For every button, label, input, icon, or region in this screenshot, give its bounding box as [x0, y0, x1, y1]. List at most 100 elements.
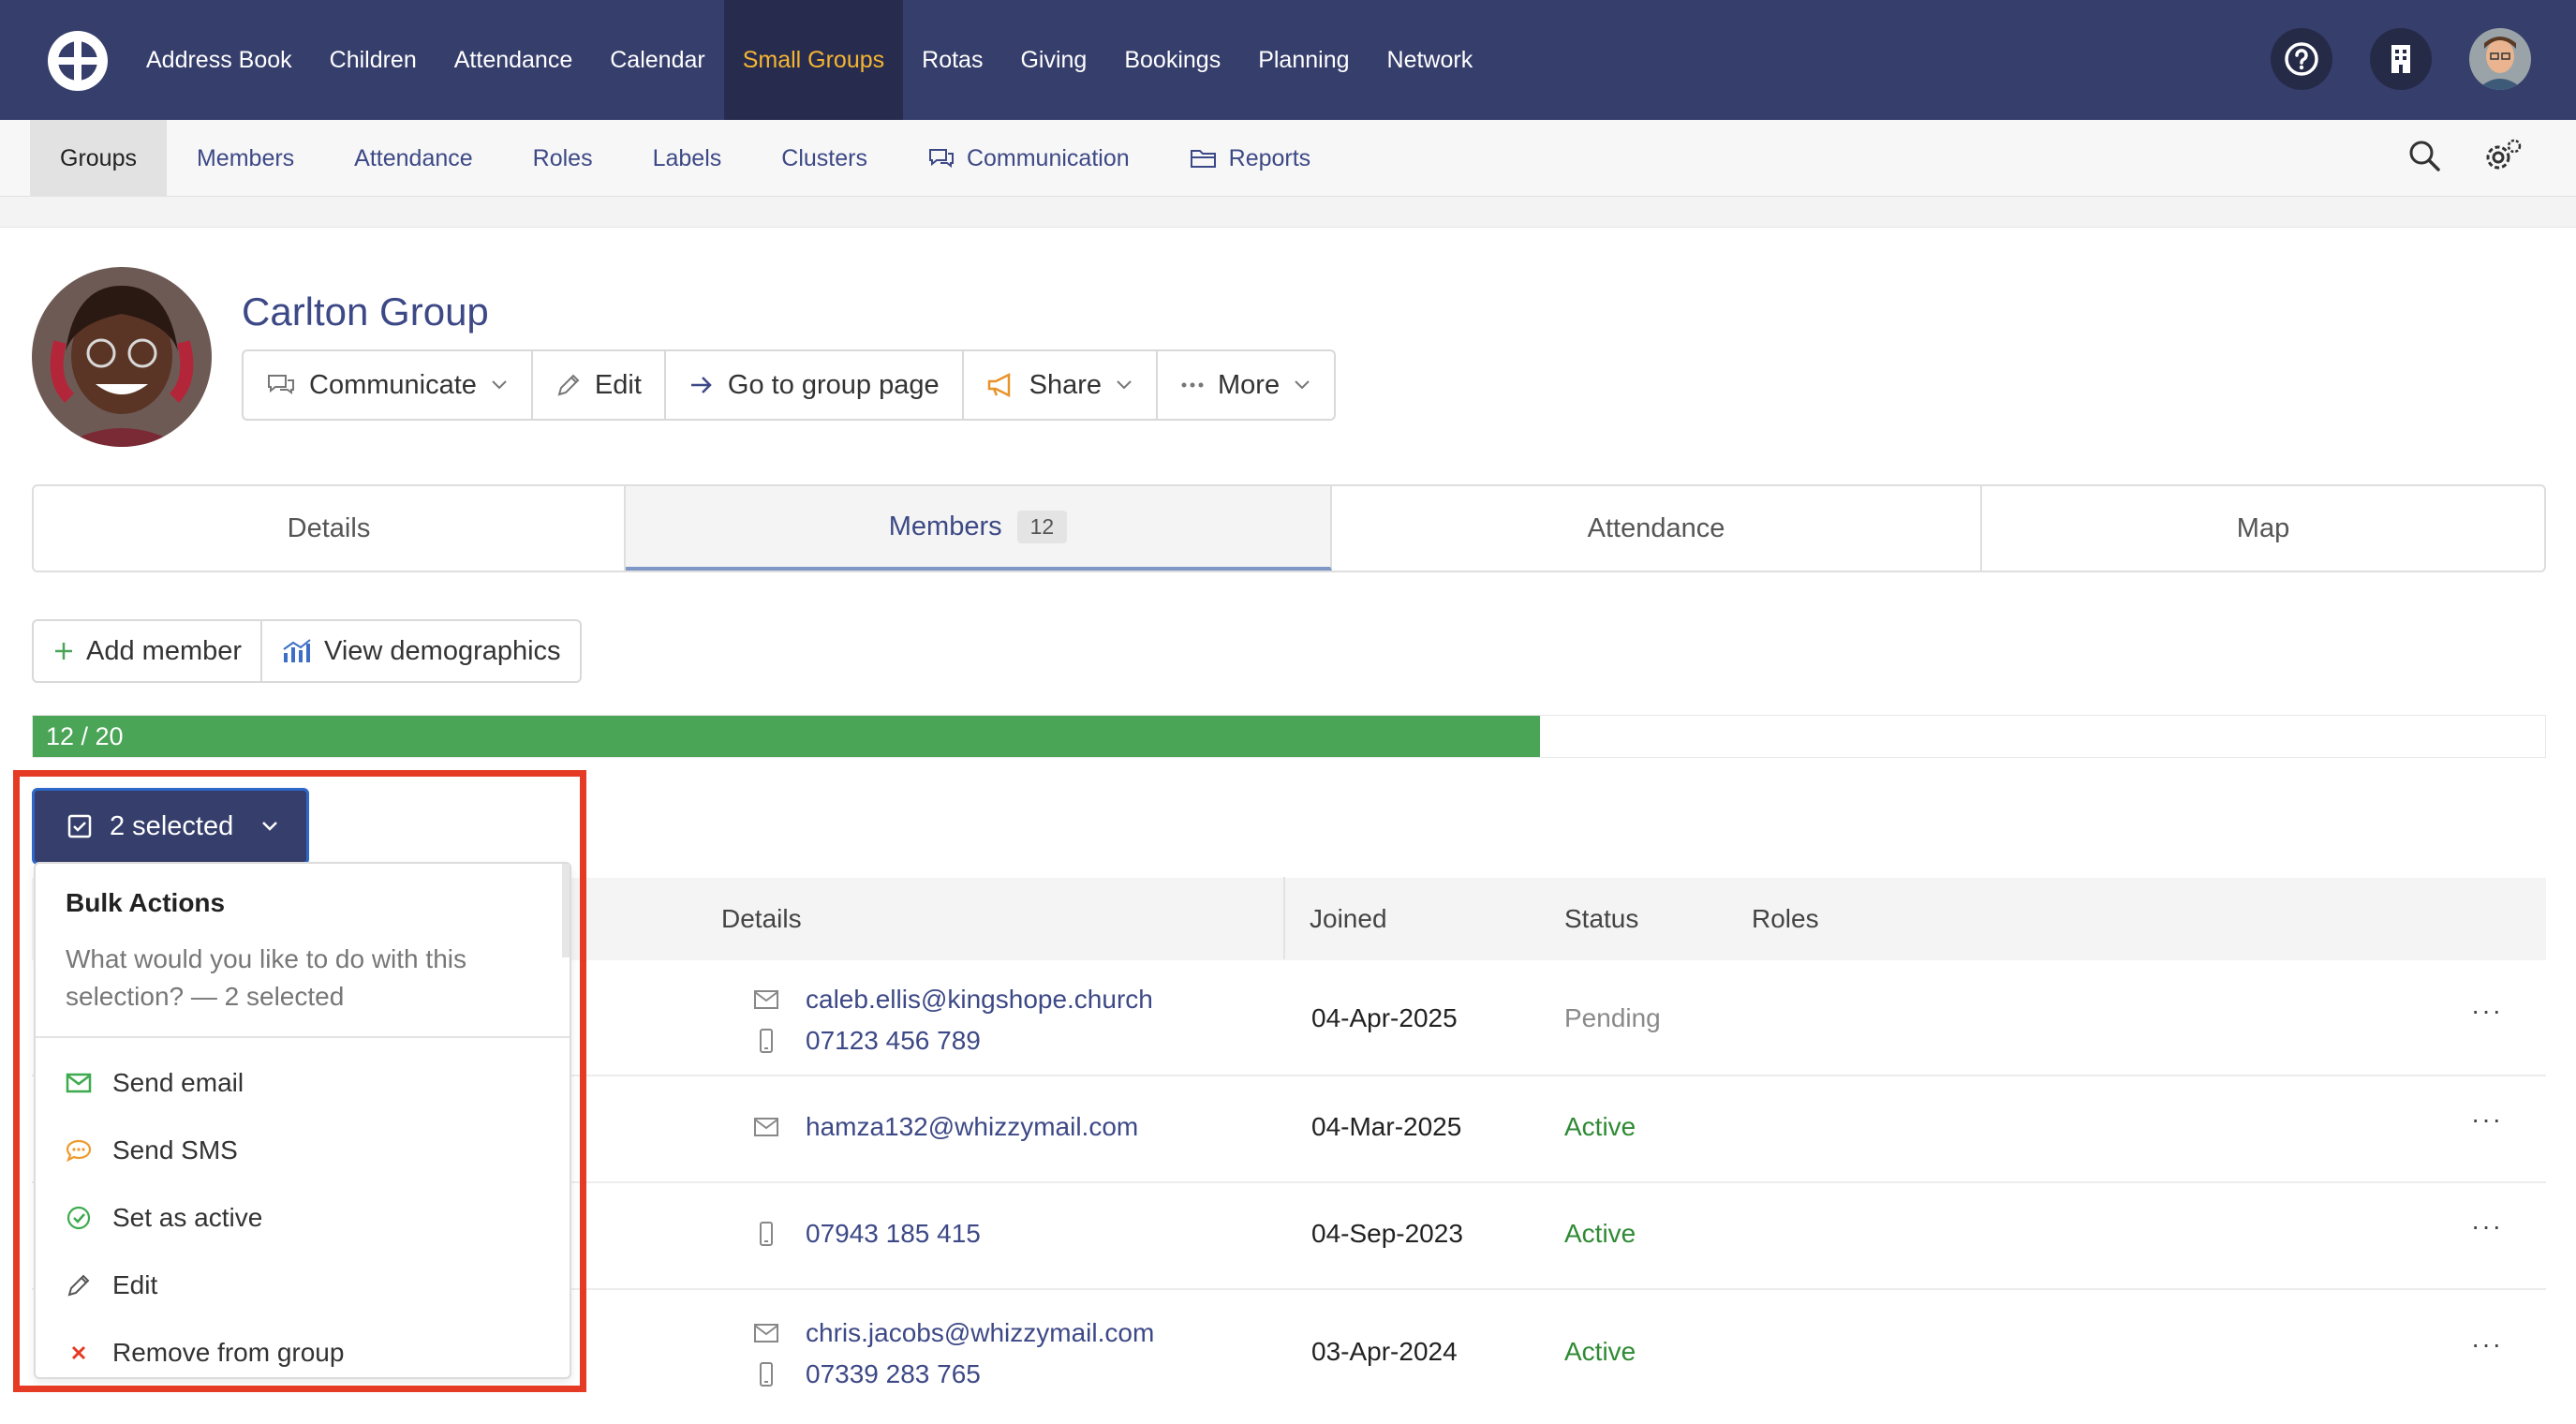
phone-link[interactable]: 07339 283 765 — [806, 1359, 981, 1389]
nav-network[interactable]: Network — [1369, 0, 1492, 120]
add-member-button[interactable]: Add member — [34, 621, 263, 681]
row-email[interactable]: caleb.ellis@kingshope.church — [753, 985, 1153, 1015]
chat-icon — [268, 375, 294, 394]
pencil-icon — [557, 374, 580, 396]
view-demographics-button[interactable]: View demographics — [262, 621, 580, 681]
subnav-communication[interactable]: Communication — [897, 120, 1160, 197]
header-status: Status — [1564, 904, 1639, 933]
view-demographics-label: View demographics — [324, 635, 561, 666]
nav-small-groups[interactable]: Small Groups — [723, 0, 904, 120]
tab-members[interactable]: Members 12 — [626, 486, 1332, 571]
row-phone[interactable]: 07943 185 415 — [753, 1219, 981, 1249]
more-button[interactable]: More — [1158, 351, 1334, 419]
envelope-icon — [66, 1073, 92, 1093]
subnav-members[interactable]: Members — [167, 120, 324, 197]
share-button[interactable]: Share — [964, 351, 1159, 419]
nav-children[interactable]: Children — [311, 0, 436, 120]
nav-attendance[interactable]: Attendance — [436, 0, 592, 120]
header-roles: Roles — [1752, 904, 1819, 933]
nav-giving[interactable]: Giving — [1001, 0, 1105, 120]
menu-divider — [36, 1036, 570, 1038]
selection-label: 2 selected — [110, 810, 234, 841]
subnav-roles[interactable]: Roles — [503, 120, 623, 197]
tab-attendance[interactable]: Attendance — [1332, 486, 1982, 571]
subnav-roles-label: Roles — [532, 144, 593, 171]
row-phone[interactable]: 07123 456 789 — [753, 1026, 981, 1056]
nav-bookings[interactable]: Bookings — [1105, 0, 1239, 120]
main-nav: Address Book Children Attendance Calenda… — [127, 0, 1491, 120]
bulk-actions-subtitle: What would you like to do with this sele… — [66, 944, 466, 1011]
menu-scrollbar[interactable] — [562, 864, 570, 957]
nav-calendar[interactable]: Calendar — [591, 0, 723, 120]
send-email-label: Send email — [112, 1068, 244, 1097]
subnav-labels[interactable]: Labels — [623, 120, 752, 197]
row-menu-icon[interactable]: ··· — [2471, 1329, 2503, 1359]
row-menu-icon[interactable]: ··· — [2471, 1211, 2503, 1241]
tab-details[interactable]: Details — [34, 486, 626, 571]
phone-icon — [760, 1362, 773, 1387]
joined-date: 03-Apr-2024 — [1311, 1337, 1458, 1366]
phone-link[interactable]: 07123 456 789 — [806, 1026, 981, 1056]
chevron-down-icon — [1117, 380, 1132, 390]
subnav-reports[interactable]: Reports — [1160, 120, 1341, 197]
email-link[interactable]: chris.jacobs@whizzymail.com — [806, 1318, 1154, 1348]
row-email[interactable]: chris.jacobs@whizzymail.com — [753, 1318, 1154, 1348]
edit-option[interactable]: Edit — [66, 1270, 157, 1300]
chevron-down-icon — [1295, 380, 1310, 390]
envelope-icon — [754, 990, 778, 1009]
status-badge: Active — [1564, 1112, 1636, 1141]
user-avatar[interactable] — [2469, 28, 2531, 90]
organisation-button[interactable] — [2370, 28, 2432, 90]
more-label: More — [1218, 369, 1281, 400]
email-link[interactable]: hamza132@whizzymail.com — [806, 1112, 1138, 1142]
nav-rotas[interactable]: Rotas — [903, 0, 1001, 120]
phone-icon — [760, 1222, 773, 1246]
x-icon — [71, 1345, 86, 1360]
subnav-clusters-label: Clusters — [781, 144, 867, 171]
remove-from-group-option[interactable]: Remove from group — [66, 1338, 344, 1368]
top-navigation: Address Book Children Attendance Calenda… — [0, 0, 2576, 120]
plus-icon — [55, 643, 72, 660]
row-menu-icon[interactable]: ··· — [2471, 996, 2503, 1026]
email-link[interactable]: caleb.ellis@kingshope.church — [806, 985, 1153, 1015]
nav-planning[interactable]: Planning — [1239, 0, 1368, 120]
subnav-attendance[interactable]: Attendance — [324, 120, 503, 197]
help-button[interactable] — [2271, 28, 2332, 90]
table-column-divider — [1283, 877, 1285, 959]
subnav-groups[interactable]: Groups — [30, 120, 167, 197]
row-phone[interactable]: 07339 283 765 — [753, 1359, 981, 1389]
header-joined: Joined — [1310, 904, 1387, 933]
sub-navigation: Groups Members Attendance Roles Labels C… — [0, 120, 2576, 197]
tab-map[interactable]: Map — [1982, 486, 2544, 571]
pencil-icon — [67, 1274, 90, 1297]
sms-icon — [66, 1139, 92, 1163]
nav-address-book[interactable]: Address Book — [127, 0, 311, 120]
edit-button[interactable]: Edit — [533, 351, 666, 419]
capacity-label: 12 / 20 — [46, 721, 124, 750]
go-to-group-page-label: Go to group page — [727, 369, 940, 400]
search-icon[interactable] — [2406, 137, 2443, 174]
check-circle-icon — [67, 1206, 91, 1230]
app-logo-icon[interactable] — [45, 28, 111, 94]
phone-link[interactable]: 07943 185 415 — [806, 1219, 981, 1249]
subnav-labels-label: Labels — [652, 144, 722, 171]
send-sms-option[interactable]: Send SMS — [66, 1135, 238, 1165]
go-to-group-page-button[interactable]: Go to group page — [666, 351, 964, 419]
selection-dropdown-button[interactable]: 2 selected — [32, 788, 309, 865]
tab-members-label: Members — [888, 511, 1002, 541]
bulk-actions-menu: Bulk Actions What would you like to do w… — [34, 862, 571, 1379]
add-member-label: Add member — [86, 635, 243, 666]
send-email-option[interactable]: Send email — [66, 1068, 244, 1098]
chart-icon — [283, 639, 311, 662]
settings-icon[interactable] — [2482, 137, 2524, 174]
row-menu-icon[interactable]: ··· — [2471, 1105, 2503, 1135]
bulk-actions-title: Bulk Actions — [66, 888, 226, 917]
subnav-clusters[interactable]: Clusters — [751, 120, 897, 197]
folder-icon — [1190, 150, 1216, 168]
row-email[interactable]: hamza132@whizzymail.com — [753, 1112, 1138, 1142]
communicate-button[interactable]: Communicate — [244, 351, 533, 419]
status-badge: Active — [1564, 1337, 1636, 1366]
joined-date: 04-Mar-2025 — [1311, 1112, 1462, 1141]
group-tabs: Details Members 12 Attendance Map — [32, 484, 2546, 572]
set-as-active-option[interactable]: Set as active — [66, 1203, 262, 1233]
